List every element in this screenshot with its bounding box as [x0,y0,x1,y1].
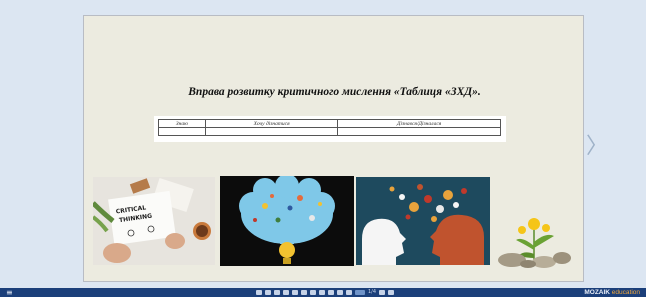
table-row [158,127,501,136]
zhd-table-container: Знаю Хочу дізнатися Дізнався/Дізналася [154,116,506,142]
slide-title: Вправа розвитку критичного мислення «Таб… [188,86,481,98]
brand-logo: MOZAIK education [584,288,640,297]
slide: Вправа розвитку критичного мислення «Таб… [83,15,584,282]
pointer-icon[interactable] [292,290,298,295]
critical-thinking-notebook-image: CRITICAL THINKING [93,177,215,265]
dandelion-rocks-image [494,206,574,268]
screen-icon[interactable] [328,290,334,295]
two-heads-ideas-image [356,177,490,265]
grid-icon[interactable] [256,290,262,295]
spotlight-icon[interactable] [319,290,325,295]
next-slide-icon[interactable]: 〉 [586,134,608,160]
toolbar-icons: 1/4 [256,289,395,296]
brain-lightbulb-image [220,176,354,266]
table-cell [204,127,339,136]
last-page-icon[interactable] [388,290,395,295]
menu-icon[interactable]: ≡ [6,288,13,297]
zhd-table: Знаю Хочу дізнатися Дізнався/Дізналася [158,119,501,136]
table-header-want-to-know: Хочу дізнатися [204,119,339,128]
table-cell [337,127,501,136]
next-page-icon[interactable] [379,290,386,295]
prev-page-icon[interactable] [346,290,352,295]
brand-sub: education [611,289,640,296]
layout-icon[interactable] [265,290,271,295]
current-page-indicator[interactable] [355,290,365,295]
text-icon[interactable] [310,290,316,295]
presentation-taskbar: ≡ 1/4 MOZAIK education [0,288,646,297]
pen-icon[interactable] [283,290,289,295]
first-page-icon[interactable] [337,290,343,295]
prev-slide-icon[interactable]: 〈 [70,134,92,160]
table-header-know: Знаю [158,119,206,128]
page-number: 1/4 [368,289,377,295]
brand-main: MOZAIK [584,289,610,296]
table-cell [158,127,206,136]
lock-icon[interactable] [274,290,280,295]
zoom-icon[interactable] [301,290,307,295]
table-header-learned: Дізнався/Дізналася [337,119,501,128]
presentation-viewer: 〈 〉 Вправа розвитку критичного мислення … [0,0,646,288]
